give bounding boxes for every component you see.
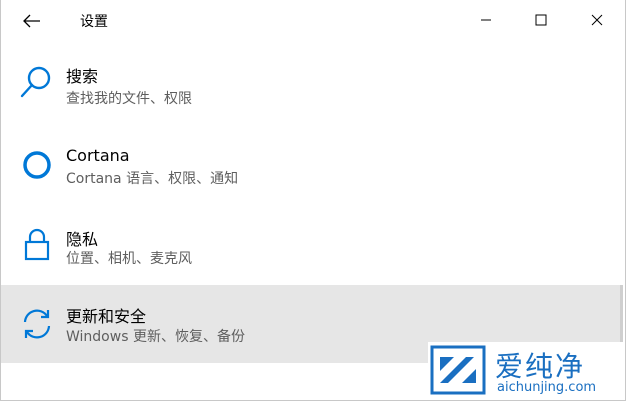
item-description: Cortana 语言、权限、通知 [66,171,239,187]
lock-icon [19,227,55,263]
item-label: 搜索 [66,67,99,86]
watermark-logo-icon [430,345,486,397]
watermark-url: aichunjing.com [497,380,597,395]
search-icon [19,64,55,100]
item-label: 更新和安全 [66,307,147,326]
title-bar: 设置 [1,0,625,42]
settings-item-cortana[interactable]: Cortana Cortana 语言、权限、通知 [1,125,623,205]
watermark: 爱纯净 aichunjing.com [428,342,624,400]
back-button[interactable] [15,8,49,34]
back-arrow-icon [23,14,40,28]
settings-window: 设置 搜索 查找我的文件、权限 Cortana Cortana 语言、权限、通知… [0,0,626,401]
watermark-brand: 爱纯净 [495,350,586,383]
maximize-icon [535,14,547,26]
minimize-button[interactable] [463,4,509,36]
item-label: Cortana [66,146,130,165]
item-label: 隐私 [66,230,99,249]
close-icon [591,14,603,26]
item-description: Windows 更新、恢复、备份 [66,329,245,345]
settings-item-search[interactable]: 搜索 查找我的文件、权限 [1,45,623,125]
close-button[interactable] [574,4,620,36]
settings-item-privacy[interactable]: 隐私 位置、相机、麦克风 [1,205,623,285]
item-description: 位置、相机、麦克风 [66,251,192,267]
sync-icon [19,306,55,342]
maximize-button[interactable] [518,4,564,36]
item-description: 查找我的文件、权限 [66,91,192,107]
window-title: 设置 [80,14,108,30]
minimize-icon [481,19,491,21]
cortana-icon [19,147,55,183]
